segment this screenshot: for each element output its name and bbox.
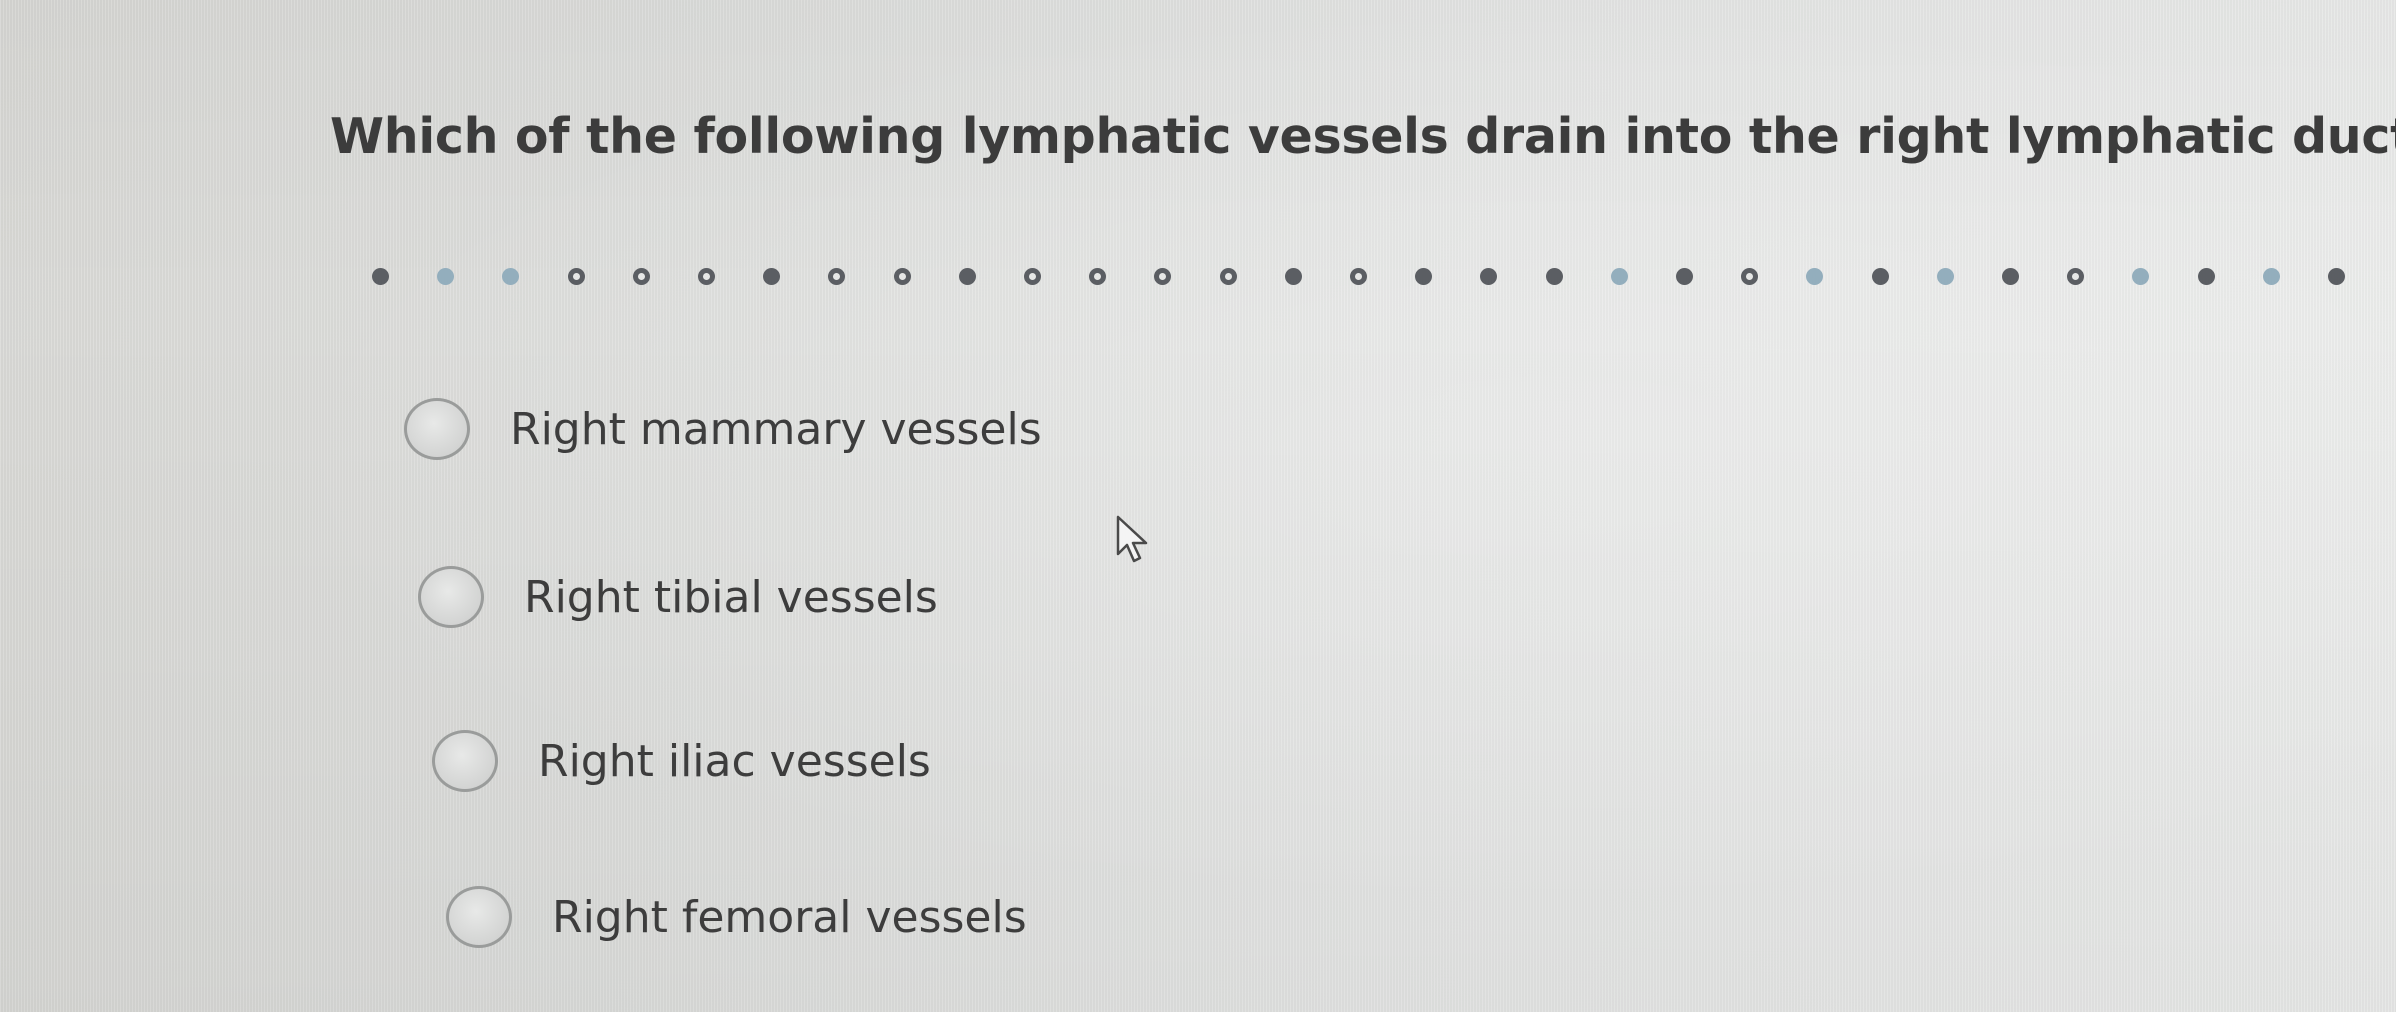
radio-button-2[interactable] bbox=[418, 566, 484, 628]
progress-dot bbox=[633, 268, 650, 285]
progress-dot bbox=[1024, 268, 1041, 285]
progress-dot bbox=[1480, 268, 1497, 285]
progress-dots bbox=[372, 262, 2396, 292]
progress-dot bbox=[502, 268, 519, 285]
progress-dot bbox=[1415, 268, 1432, 285]
answer-label-1: Right mammary vessels bbox=[510, 403, 1042, 455]
question-text: Which of the following lymphatic vessels… bbox=[330, 108, 2396, 165]
answer-label-2: Right tibial vessels bbox=[524, 571, 938, 623]
progress-dot bbox=[828, 268, 845, 285]
radio-button-3[interactable] bbox=[432, 730, 498, 792]
progress-dot bbox=[1350, 268, 1367, 285]
progress-dot bbox=[1741, 268, 1758, 285]
answer-option-4[interactable]: Right femoral vessels bbox=[446, 886, 1027, 948]
progress-dot bbox=[1611, 268, 1628, 285]
progress-dot bbox=[1937, 268, 1954, 285]
progress-dot bbox=[763, 268, 780, 285]
progress-dot bbox=[1806, 268, 1823, 285]
progress-dot bbox=[2263, 268, 2280, 285]
progress-dot bbox=[698, 268, 715, 285]
progress-dot bbox=[959, 268, 976, 285]
progress-dot bbox=[1285, 268, 1302, 285]
progress-dot bbox=[2198, 268, 2215, 285]
progress-dot bbox=[2067, 268, 2084, 285]
mouse-pointer-icon bbox=[1116, 515, 1148, 563]
progress-dot bbox=[2132, 268, 2149, 285]
answer-option-3[interactable]: Right iliac vessels bbox=[432, 730, 931, 792]
progress-dot bbox=[1676, 268, 1693, 285]
progress-dot bbox=[2328, 268, 2345, 285]
progress-dot bbox=[2002, 268, 2019, 285]
progress-dot bbox=[1154, 268, 1171, 285]
progress-dot bbox=[437, 268, 454, 285]
progress-dot bbox=[1220, 268, 1237, 285]
progress-dot bbox=[1872, 268, 1889, 285]
progress-dot bbox=[894, 268, 911, 285]
answer-label-4: Right femoral vessels bbox=[552, 891, 1027, 943]
radio-button-1[interactable] bbox=[404, 398, 470, 460]
progress-dot bbox=[1546, 268, 1563, 285]
answer-label-3: Right iliac vessels bbox=[538, 735, 931, 787]
answer-option-1[interactable]: Right mammary vessels bbox=[404, 398, 1042, 460]
answer-option-2[interactable]: Right tibial vessels bbox=[418, 566, 938, 628]
progress-dot bbox=[568, 268, 585, 285]
radio-button-4[interactable] bbox=[446, 886, 512, 948]
progress-dot bbox=[1089, 268, 1106, 285]
progress-dot bbox=[372, 268, 389, 285]
